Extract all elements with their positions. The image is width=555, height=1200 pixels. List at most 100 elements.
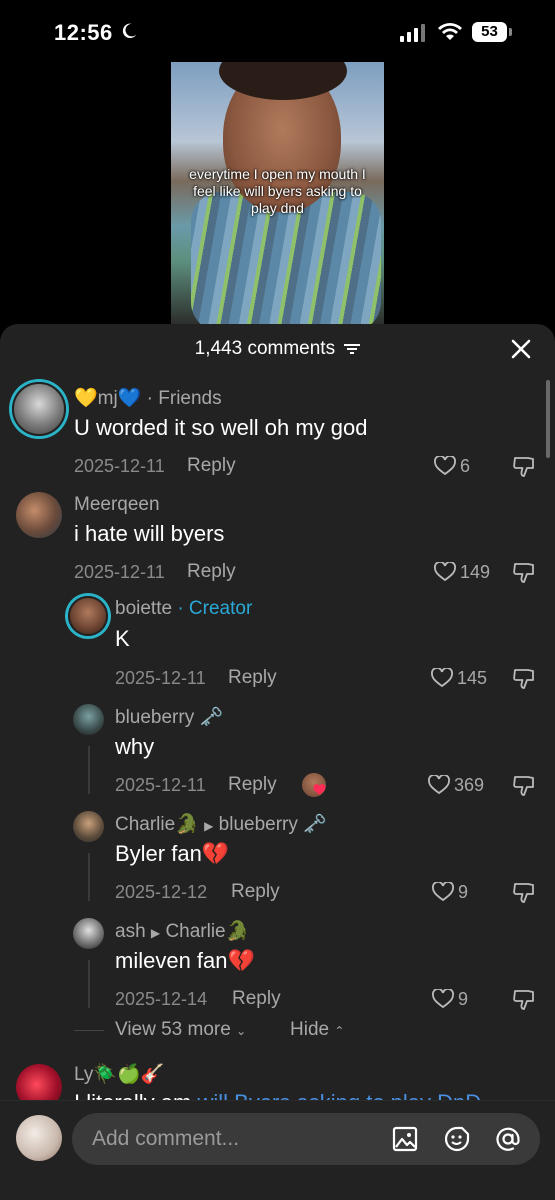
like-count: 145 <box>457 667 488 688</box>
image-icon[interactable] <box>392 1126 418 1152</box>
moon-icon <box>122 23 137 39</box>
divider <box>74 1030 104 1031</box>
reply-item: blueberry 🗝️ why 2025-12-11 Reply 369 <box>0 700 555 806</box>
view-more-label: View 53 more <box>115 1019 231 1040</box>
username-text[interactable]: ash <box>115 921 146 942</box>
heart-icon <box>428 774 450 795</box>
comment-text: mileven fan💔 <box>115 948 255 973</box>
comment-text: i hate will byers <box>74 521 225 546</box>
like-button[interactable]: 149 <box>434 561 490 583</box>
friends-tag: · Friends <box>146 388 222 409</box>
reply-to-username[interactable]: blueberry 🗝️ <box>219 814 327 835</box>
comment-item: Meerqeen i hate will byers 2025-12-11 Re… <box>0 484 555 590</box>
username-text[interactable]: Charlie🐊 <box>115 814 199 835</box>
comment-date: 2025-12-11 <box>115 668 206 688</box>
username-text[interactable]: 💛mj💙 <box>74 388 141 409</box>
comment-date: 2025-12-12 <box>115 882 208 902</box>
mention-icon[interactable] <box>495 1126 521 1152</box>
thread-line <box>88 853 90 901</box>
comment-username[interactable]: Charlie🐊 ▶ blueberry 🗝️ <box>115 812 327 836</box>
battery-indicator: 53 <box>472 22 512 42</box>
comment-placeholder: Add comment... <box>92 1127 240 1150</box>
like-button[interactable]: 6 <box>434 455 470 477</box>
reply-arrow-icon: ▶ <box>150 926 161 940</box>
chevron-up-icon: ⌃ <box>334 1024 345 1038</box>
status-bar: 12:56 53 <box>0 0 555 64</box>
wifi-icon <box>438 23 462 40</box>
comment-username[interactable]: boiette · Creator <box>115 598 252 620</box>
thread-line <box>88 746 90 794</box>
avatar[interactable] <box>73 918 104 949</box>
comment-username[interactable]: 💛mj💙 · Friends <box>74 386 222 410</box>
username-text[interactable]: boiette <box>115 598 172 619</box>
reply-item: ash ▶ Charlie🐊 mileven fan💔 2025-12-14 R… <box>0 914 555 1020</box>
reply-button[interactable]: Reply <box>228 774 277 796</box>
status-time: 12:56 <box>54 20 113 45</box>
comment-text: why <box>115 734 155 759</box>
comment-username[interactable]: Ly🪲🍏🎸 <box>74 1062 164 1086</box>
heart-icon <box>432 988 454 1009</box>
like-button[interactable]: 145 <box>431 667 487 689</box>
comments-count: 1,443 comments <box>194 338 336 359</box>
comment-date: 2025-12-11 <box>74 562 165 582</box>
hide-button[interactable]: Hide ⌃ <box>290 1019 344 1041</box>
close-icon[interactable] <box>510 338 532 360</box>
like-count: 6 <box>460 455 471 476</box>
reply-arrow-icon: ▶ <box>204 819 214 833</box>
like-count: 9 <box>458 881 469 902</box>
dislike-icon[interactable] <box>512 989 536 1011</box>
dislike-icon[interactable] <box>512 456 536 478</box>
comment-text: K <box>115 626 130 651</box>
video-thumbnail[interactable]: everytime I open my mouth I feel like wi… <box>171 62 384 327</box>
avatar[interactable] <box>73 811 104 842</box>
reply-button[interactable]: Reply <box>232 988 281 1010</box>
emoji-icon[interactable] <box>444 1126 470 1152</box>
signal-icon <box>400 24 425 42</box>
like-count: 369 <box>454 774 485 795</box>
avatar[interactable] <box>68 596 108 636</box>
comment-username[interactable]: blueberry 🗝️ <box>115 705 223 729</box>
avatar[interactable] <box>73 704 104 735</box>
video-caption: everytime I open my mouth I feel like wi… <box>189 166 366 216</box>
dislike-icon[interactable] <box>512 775 536 797</box>
heart-icon <box>313 784 326 795</box>
filter-icon[interactable] <box>344 343 361 355</box>
comments-header: 1,443 comments <box>0 338 555 360</box>
chevron-down-icon: ⌄ <box>236 1024 247 1038</box>
battery-nub <box>509 28 512 36</box>
my-avatar[interactable] <box>16 1115 62 1161</box>
comment-date: 2025-12-11 <box>115 775 206 795</box>
comment-username[interactable]: ash ▶ Charlie🐊 <box>115 919 249 943</box>
avatar[interactable] <box>12 382 66 436</box>
avatar[interactable] <box>16 492 62 538</box>
reply-button[interactable]: Reply <box>187 561 236 583</box>
reply-item: boiette · Creator K 2025-12-11 Reply 145 <box>0 592 555 698</box>
like-button[interactable]: 369 <box>428 774 484 796</box>
heart-icon <box>431 667 453 688</box>
reply-button[interactable]: Reply <box>228 667 277 689</box>
thread-line <box>88 960 90 1008</box>
reply-button[interactable]: Reply <box>231 881 280 903</box>
comment-item: 💛mj💙 · Friends U worded it so well oh my… <box>0 376 555 482</box>
dislike-icon[interactable] <box>512 668 536 690</box>
comment-input[interactable]: Add comment... <box>72 1113 540 1165</box>
heart-icon <box>434 561 456 582</box>
hide-label: Hide <box>290 1019 330 1040</box>
comment-username[interactable]: Meerqeen <box>74 494 160 516</box>
battery-level: 53 <box>472 22 507 42</box>
like-count: 9 <box>458 988 469 1009</box>
reply-to-username[interactable]: Charlie🐊 <box>165 921 249 942</box>
reply-item: Charlie🐊 ▶ blueberry 🗝️ Byler fan💔 2025-… <box>0 807 555 913</box>
like-button[interactable]: 9 <box>432 988 468 1010</box>
comment-text: U worded it so well oh my god <box>74 415 368 440</box>
dislike-icon[interactable] <box>512 882 536 904</box>
view-more-button[interactable]: View 53 more ⌄ <box>115 1019 246 1041</box>
comment-date: 2025-12-14 <box>115 989 208 1009</box>
dislike-icon[interactable] <box>512 562 536 584</box>
heart-icon <box>432 881 454 902</box>
comments-sheet: 1,443 comments 💛mj💙 · Friends U worded i… <box>0 324 555 1200</box>
like-count: 149 <box>460 561 491 582</box>
creator-badge: · Creator <box>177 598 253 619</box>
reply-button[interactable]: Reply <box>187 455 236 477</box>
like-button[interactable]: 9 <box>432 881 468 903</box>
